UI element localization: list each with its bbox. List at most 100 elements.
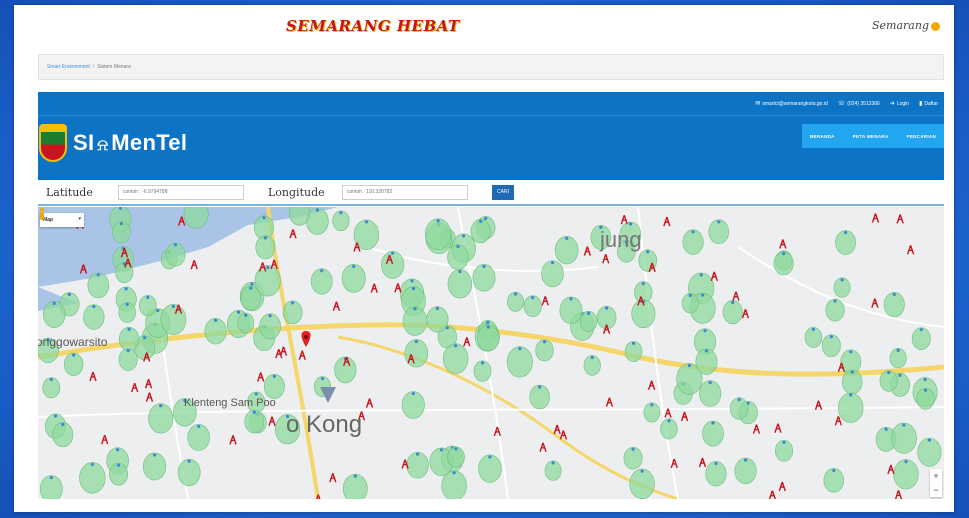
coverage-zone[interactable] bbox=[477, 324, 500, 352]
tower-icon[interactable] bbox=[774, 423, 782, 433]
tower-icon[interactable] bbox=[493, 426, 501, 437]
tower-icon[interactable] bbox=[670, 458, 678, 469]
tower-icon[interactable] bbox=[394, 283, 402, 293]
coverage-zone[interactable] bbox=[478, 454, 502, 483]
tower-icon[interactable] bbox=[329, 472, 337, 483]
coverage-zone[interactable] bbox=[118, 348, 138, 371]
coverage-zone[interactable] bbox=[142, 452, 167, 481]
tower-icon[interactable] bbox=[365, 398, 374, 408]
coverage-zone[interactable] bbox=[773, 251, 794, 276]
pegman-icon[interactable] bbox=[38, 207, 46, 221]
coverage-zone[interactable] bbox=[523, 295, 542, 317]
coverage-zone[interactable] bbox=[835, 230, 856, 255]
coverage-zone[interactable] bbox=[916, 387, 935, 410]
zoom-out-button[interactable]: − bbox=[930, 483, 942, 497]
tower-icon[interactable] bbox=[298, 350, 306, 360]
tower-icon[interactable] bbox=[257, 372, 265, 382]
tower-icon[interactable] bbox=[541, 296, 549, 306]
coverage-zone[interactable] bbox=[332, 210, 350, 232]
tower-icon[interactable] bbox=[732, 291, 740, 301]
coverage-zone[interactable] bbox=[472, 264, 496, 292]
semarang-city-logo[interactable]: Semarang bbox=[872, 19, 940, 32]
coverage-zone[interactable] bbox=[39, 475, 63, 499]
tower-icon[interactable] bbox=[620, 214, 628, 225]
coverage-zone[interactable] bbox=[447, 244, 469, 270]
coverage-zone[interactable] bbox=[821, 334, 841, 358]
coverage-zone[interactable] bbox=[42, 377, 61, 399]
tower-icon[interactable] bbox=[130, 382, 139, 393]
coverage-zone[interactable] bbox=[253, 215, 274, 240]
tower-icon[interactable] bbox=[871, 213, 880, 223]
coverage-zone[interactable] bbox=[729, 397, 749, 420]
coverage-zone[interactable] bbox=[825, 298, 845, 322]
coverage-zone[interactable] bbox=[734, 457, 757, 485]
coverage-zone[interactable] bbox=[442, 343, 469, 374]
coverage-zone[interactable] bbox=[254, 265, 281, 297]
tower-map[interactable]: jung onggowarsito Klenteng Sam Poo o Kon… bbox=[38, 207, 944, 499]
coverage-zone[interactable] bbox=[529, 384, 550, 410]
phone-link[interactable]: ☏ (024) 3513366 bbox=[838, 100, 880, 107]
map-type-select[interactable]: Map ▾ bbox=[40, 213, 84, 227]
coverage-zone[interactable] bbox=[708, 219, 730, 245]
coverage-zone[interactable] bbox=[118, 326, 140, 352]
coverage-zone[interactable] bbox=[341, 264, 366, 293]
coverage-zone[interactable] bbox=[541, 260, 564, 288]
coverage-zone[interactable] bbox=[282, 300, 303, 325]
coverage-zone[interactable] bbox=[544, 460, 562, 481]
coverage-zone[interactable] bbox=[118, 302, 136, 323]
tower-icon[interactable] bbox=[741, 308, 750, 319]
coverage-zone[interactable] bbox=[890, 422, 917, 454]
coverage-zone[interactable] bbox=[833, 277, 851, 298]
coverage-zone[interactable] bbox=[204, 318, 227, 345]
coverage-zone[interactable] bbox=[917, 437, 942, 467]
tower-icon[interactable] bbox=[647, 380, 656, 391]
coverage-zone[interactable] bbox=[83, 304, 105, 330]
coverage-zone[interactable] bbox=[823, 468, 844, 493]
coverage-zone[interactable] bbox=[406, 451, 429, 479]
tower-icon[interactable] bbox=[605, 397, 614, 407]
tower-icon[interactable] bbox=[268, 416, 276, 426]
coverage-zone[interactable] bbox=[554, 236, 579, 265]
coverage-zone[interactable] bbox=[237, 312, 255, 334]
coverage-zone[interactable] bbox=[705, 461, 727, 487]
coverage-zone[interactable] bbox=[473, 360, 492, 382]
tower-icon[interactable] bbox=[89, 371, 97, 382]
coverage-zone[interactable] bbox=[841, 369, 863, 395]
breadcrumb-smart-environment[interactable]: Smart Environment bbox=[47, 64, 90, 70]
tower-icon[interactable] bbox=[779, 239, 787, 249]
tower-icon[interactable] bbox=[583, 246, 592, 256]
coverage-zone[interactable] bbox=[774, 440, 794, 462]
tower-icon[interactable] bbox=[559, 430, 568, 440]
coverage-zone[interactable] bbox=[401, 391, 425, 419]
tower-icon[interactable] bbox=[332, 301, 341, 311]
coverage-zone[interactable] bbox=[187, 424, 210, 451]
coverage-zone[interactable] bbox=[579, 310, 598, 332]
coverage-zone[interactable] bbox=[263, 374, 285, 399]
coverage-zone[interactable] bbox=[643, 402, 661, 423]
coverage-zone[interactable] bbox=[699, 380, 722, 407]
coverage-zone[interactable] bbox=[52, 422, 74, 448]
tower-icon[interactable] bbox=[144, 379, 153, 389]
tower-icon[interactable] bbox=[279, 346, 288, 356]
email-link[interactable]: ✉ smartct@semarangkota.go.id bbox=[755, 100, 827, 107]
coverage-zone[interactable] bbox=[583, 355, 601, 376]
coverage-zone[interactable] bbox=[447, 269, 473, 299]
tower-icon[interactable] bbox=[289, 229, 297, 239]
tower-icon[interactable] bbox=[145, 392, 154, 402]
coverage-zone[interactable] bbox=[139, 295, 157, 317]
tower-icon[interactable] bbox=[663, 216, 671, 227]
tower-icon[interactable] bbox=[698, 457, 707, 468]
tower-icon[interactable] bbox=[275, 348, 283, 359]
coverage-zone[interactable] bbox=[79, 462, 106, 494]
register-link[interactable]: ▮ Daftar bbox=[919, 100, 938, 107]
coverage-zone[interactable] bbox=[426, 306, 449, 333]
tower-icon[interactable] bbox=[553, 424, 561, 435]
coverage-zone[interactable] bbox=[695, 348, 718, 375]
coverage-zone[interactable] bbox=[681, 293, 699, 314]
coverage-zone[interactable] bbox=[255, 235, 276, 260]
coverage-zone[interactable] bbox=[629, 468, 655, 499]
coverage-zone[interactable] bbox=[507, 291, 524, 312]
tower-icon[interactable] bbox=[539, 442, 547, 453]
coverage-zone[interactable] bbox=[682, 229, 704, 255]
tower-icon[interactable] bbox=[680, 411, 689, 422]
